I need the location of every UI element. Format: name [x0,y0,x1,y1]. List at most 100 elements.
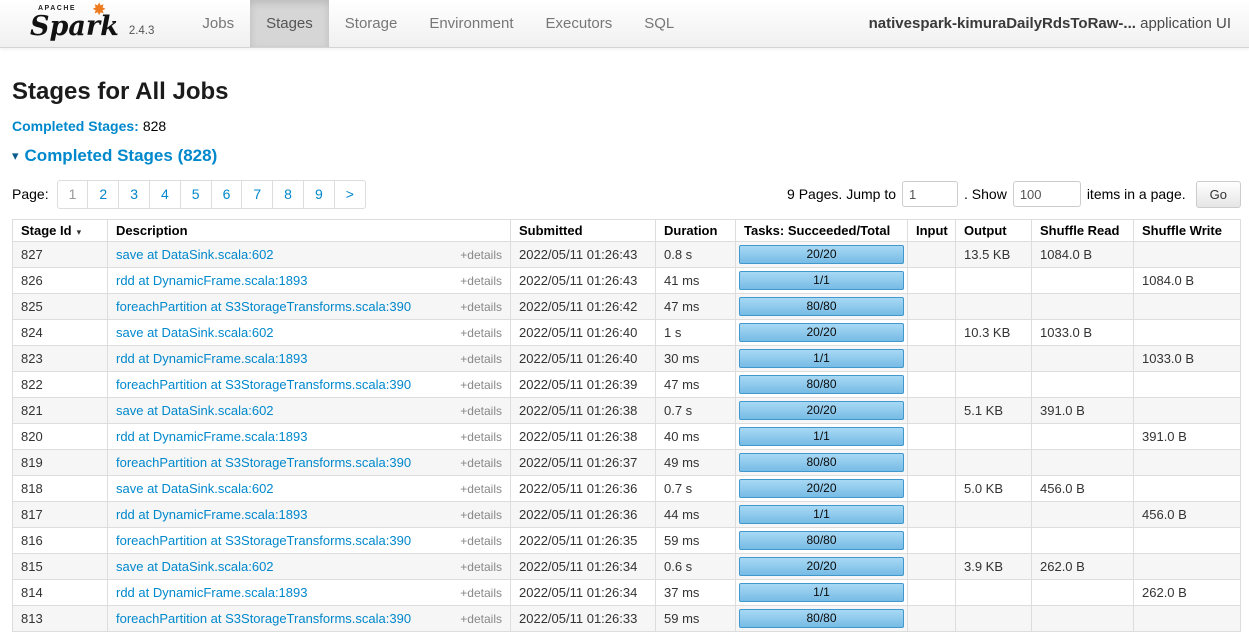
input-cell [907,240,956,268]
show-count-input[interactable] [1012,181,1081,208]
column-header-shuffle-read[interactable]: Shuffle Read [1031,218,1134,242]
shuffle-read-cell [1031,578,1134,606]
tasks-count: 80/80 [806,610,837,625]
page-button-2[interactable]: 2 [87,180,120,209]
output-cell [955,370,1032,398]
stage-description-link[interactable]: foreachPartition at S3StorageTransforms.… [116,533,411,548]
description-cell: +details rdd at DynamicFrame.scala:1893 [107,578,511,606]
details-toggle[interactable]: +details [460,299,502,314]
stage-description-link[interactable]: rdd at DynamicFrame.scala:1893 [116,507,307,522]
stage-description-link[interactable]: rdd at DynamicFrame.scala:1893 [116,585,307,600]
stage-description-link[interactable]: save at DataSink.scala:602 [116,481,274,496]
tasks-count: 80/80 [806,532,837,547]
details-toggle[interactable]: +details [460,273,502,288]
shuffle-read-cell [1031,448,1134,476]
output-cell: 3.9 KB [955,552,1032,580]
page-button-5[interactable]: 5 [179,180,212,209]
nav-item-sql[interactable]: SQL [628,0,690,47]
tasks-count: 80/80 [806,454,837,469]
shuffle-write-cell [1133,474,1241,502]
stage-id-cell: 819 [12,448,108,476]
input-cell [907,318,956,346]
column-header-output[interactable]: Output [955,218,1032,242]
column-header-stage-id[interactable]: Stage Id ▾ [12,218,108,242]
stages-table: Stage Id ▾ Description Submitted Duration… [12,218,1241,632]
nav-item-executors[interactable]: Executors [530,0,629,47]
details-toggle[interactable]: +details [460,325,502,340]
stage-description-link[interactable]: foreachPartition at S3StorageTransforms.… [116,299,411,314]
stage-description-link[interactable]: save at DataSink.scala:602 [116,325,274,340]
description-cell: +details foreachPartition at S3StorageTr… [107,526,511,554]
details-toggle[interactable]: +details [460,351,502,366]
details-toggle[interactable]: +details [460,247,502,262]
description-cell: +details rdd at DynamicFrame.scala:1893 [107,344,511,372]
shuffle-write-cell [1133,396,1241,424]
details-toggle[interactable]: +details [460,611,502,626]
nav-item-environment[interactable]: Environment [413,0,529,47]
nav-item-stages[interactable]: Stages [250,0,329,47]
details-toggle[interactable]: +details [460,429,502,444]
pages-count-text: 9 Pages. Jump to [787,186,896,203]
stage-id-cell: 820 [12,422,108,450]
details-toggle[interactable]: +details [460,585,502,600]
submitted-cell: 2022/05/11 01:26:39 [510,370,656,398]
stage-description-link[interactable]: foreachPartition at S3StorageTransforms.… [116,377,411,392]
page-button-1[interactable]: 1 [56,180,89,209]
stage-description-link[interactable]: rdd at DynamicFrame.scala:1893 [116,351,307,366]
tasks-progress-bar: 20/20 [739,400,904,420]
stage-description-link[interactable]: save at DataSink.scala:602 [116,559,274,574]
duration-cell: 59 ms [655,604,736,632]
page-button-6[interactable]: 6 [210,180,243,209]
jump-to-input[interactable] [902,181,958,208]
stage-description-link[interactable]: rdd at DynamicFrame.scala:1893 [116,429,307,444]
page-button-3[interactable]: 3 [118,180,150,209]
input-cell [907,552,956,580]
spark-logo[interactable]: APACHE Spark ✸ 2.4.3 [26,0,164,47]
details-toggle[interactable]: +details [460,533,502,548]
stage-id-cell: 814 [12,578,108,606]
page-button-9[interactable]: 9 [302,180,335,209]
details-toggle[interactable]: +details [460,403,502,418]
column-header-shuffle-write[interactable]: Shuffle Write [1133,218,1241,242]
nav-menu: Jobs Stages Storage Environment Executors SQL [186,0,690,47]
submitted-cell: 2022/05/11 01:26:40 [510,344,656,372]
go-button[interactable]: Go [1195,180,1241,208]
main-content: Stages for All Jobs Completed Stages: 8 2 8… [0,78,1249,632]
stage-id-cell: 825 [12,292,108,320]
nav-item-jobs[interactable]: Jobs [186,0,250,47]
table-row: 820 +details rdd at DynamicFrame.scala:1… [12,422,1241,450]
completed-stages-link[interactable]: Completed Stages: [12,118,139,134]
app-name: nativespark-kimuraDailyRdsToRaw-... [868,15,1136,32]
page-button-next[interactable]: > [333,180,366,209]
shuffle-read-cell [1031,344,1134,372]
details-toggle[interactable]: +details [460,507,502,522]
details-toggle[interactable]: +details [460,559,502,574]
output-cell: 5.1 KB [955,396,1032,424]
pagination: 1 2 3 4 5 6 7 8 9 > [56,180,366,209]
stage-id-cell: 815 [12,552,108,580]
page-button-8[interactable]: 8 [272,180,304,209]
stage-description-link[interactable]: save at DataSink.scala:602 [116,403,274,418]
column-header-input[interactable]: Input [907,218,956,242]
stage-description-link[interactable]: foreachPartition at S3StorageTransforms.… [116,455,411,470]
details-toggle[interactable]: +details [460,481,502,496]
page-title: Stages for All Jobs [12,78,229,105]
details-toggle[interactable]: +details [460,377,502,392]
stage-description-link[interactable]: foreachPartition at S3StorageTransforms.… [116,611,411,626]
output-cell [955,344,1032,372]
nav-item-storage[interactable]: Storage [329,0,414,47]
stage-description-link[interactable]: rdd at DynamicFrame.scala:1893 [116,273,307,288]
details-toggle[interactable]: +details [460,455,502,470]
column-header-description[interactable]: Description [107,218,511,242]
stage-id-cell: 816 [12,526,108,554]
table-row: 817 +details rdd at DynamicFrame.scala:1… [12,500,1241,528]
tasks-cell: 80/80 [735,526,908,554]
stage-description-link[interactable]: save at DataSink.scala:602 [116,247,274,262]
completed-stages-section-header[interactable]: ▾ Completed Stages (828) [12,146,1241,166]
page-button-7[interactable]: 7 [241,180,274,209]
column-header-submitted[interactable]: Submitted [510,218,656,242]
page-button-4[interactable]: 4 [148,180,181,209]
column-header-tasks[interactable]: Tasks: Succeeded/Total [735,218,908,242]
column-header-duration[interactable]: Duration [655,218,736,242]
tasks-cell: 80/80 [735,604,908,632]
